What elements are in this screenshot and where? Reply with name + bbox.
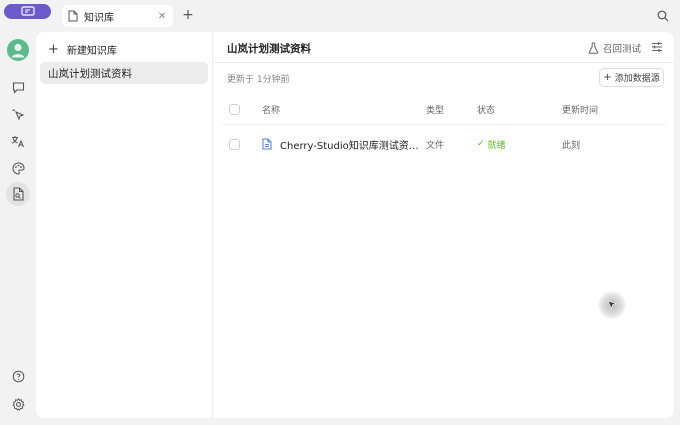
nav-help[interactable]: [6, 364, 30, 388]
knowledge-base-item-label: 山岚计划测试资料: [48, 67, 132, 80]
add-data-source-button[interactable]: + 添加数据源: [599, 68, 664, 87]
palette-icon: [11, 161, 25, 175]
plus-icon: +: [48, 41, 59, 57]
table-row[interactable]: Cherry-Studio知识库测试资… 文件 ✓ 就绪 此刻: [222, 125, 665, 163]
nav-settings[interactable]: [6, 392, 30, 416]
status-text: 就绪: [487, 140, 506, 151]
row-select-cell: [229, 125, 240, 163]
file-text-icon: [68, 10, 78, 22]
file-table: 名称 类型 状态 更新时间 Cherry-Studio知识库测试资… 文件 ✓ …: [222, 94, 665, 163]
left-navigation: [0, 32, 36, 425]
message-square-icon: [12, 81, 24, 94]
nav-translate[interactable]: [6, 129, 30, 153]
status-badge: ✓ 就绪: [477, 138, 506, 151]
new-knowledge-base-button[interactable]: + 新建知识库: [48, 40, 117, 58]
nav-agents[interactable]: [6, 102, 30, 126]
row-checkbox[interactable]: [229, 138, 240, 150]
new-tab-button[interactable]: +: [182, 8, 194, 22]
select-all-checkbox[interactable]: [229, 103, 240, 115]
file-type: 文件: [426, 140, 445, 151]
nav-paintings[interactable]: [6, 156, 30, 180]
knowledge-base-content: 山岚计划测试资料 召回测试 更新于 1分钟前 + 添加数据源 名称 类型 状态 …: [213, 32, 674, 418]
column-header-status[interactable]: 状态: [477, 94, 495, 124]
table-header: 名称 类型 状态 更新时间: [222, 94, 665, 125]
add-data-source-label: 添加数据源: [614, 74, 660, 84]
file-name: Cherry-Studio知识库测试资…: [280, 140, 419, 152]
document-icon: [262, 138, 272, 150]
nav-knowledge[interactable]: [6, 182, 30, 206]
title-bar: 知识库 ✕ +: [0, 0, 680, 32]
app-window-icon: [20, 6, 35, 16]
file-search-icon: [12, 187, 24, 201]
tab-knowledge[interactable]: 知识库 ✕: [62, 5, 173, 27]
mouse-cursor: [598, 291, 626, 319]
page-title: 山岚计划测试资料: [227, 43, 311, 55]
gear-icon: [11, 397, 25, 411]
tab-label: 知识库: [84, 12, 114, 24]
status-cell: ✓ 就绪: [477, 125, 506, 163]
settings-button[interactable]: [651, 41, 663, 53]
cursor-arrow-icon: [607, 300, 617, 310]
nav-assistants[interactable]: [6, 75, 30, 99]
help-circle-icon: [12, 370, 24, 382]
languages-icon: [11, 135, 24, 147]
updated-time-label: 更新于 1分钟前: [227, 75, 290, 85]
user-avatar-icon: [7, 39, 29, 61]
column-header-name[interactable]: 名称: [262, 94, 280, 124]
avatar[interactable]: [6, 38, 30, 62]
content-header: 山岚计划测试资料 召回测试: [213, 32, 674, 63]
new-knowledge-base-label: 新建知识库: [66, 45, 117, 57]
recall-test-label: 召回测试: [603, 44, 642, 55]
pointer-sparkle-icon: [12, 108, 25, 121]
recall-test-button[interactable]: 召回测试: [588, 41, 641, 55]
knowledge-base-list: + 新建知识库 山岚计划测试资料: [36, 32, 213, 418]
plus-icon: +: [603, 72, 612, 83]
knowledge-base-item[interactable]: 山岚计划测试资料: [40, 62, 208, 84]
app-menu-button[interactable]: [4, 4, 51, 19]
select-all-cell: [229, 94, 240, 124]
sliders-icon: [652, 42, 662, 52]
updated-time: 此刻: [562, 140, 581, 151]
main-panel: + 新建知识库 山岚计划测试资料 山岚计划测试资料 召回测试 更新于 1分钟前 …: [36, 32, 674, 418]
flask-icon: [588, 42, 599, 54]
file-name-cell[interactable]: Cherry-Studio知识库测试资…: [262, 125, 419, 163]
check-icon: ✓: [477, 139, 485, 149]
column-header-type[interactable]: 类型: [426, 94, 444, 124]
search-icon: [657, 10, 669, 22]
search-button[interactable]: [657, 10, 669, 22]
column-header-updated[interactable]: 更新时间: [562, 94, 598, 124]
close-tab-icon[interactable]: ✕: [157, 11, 167, 22]
